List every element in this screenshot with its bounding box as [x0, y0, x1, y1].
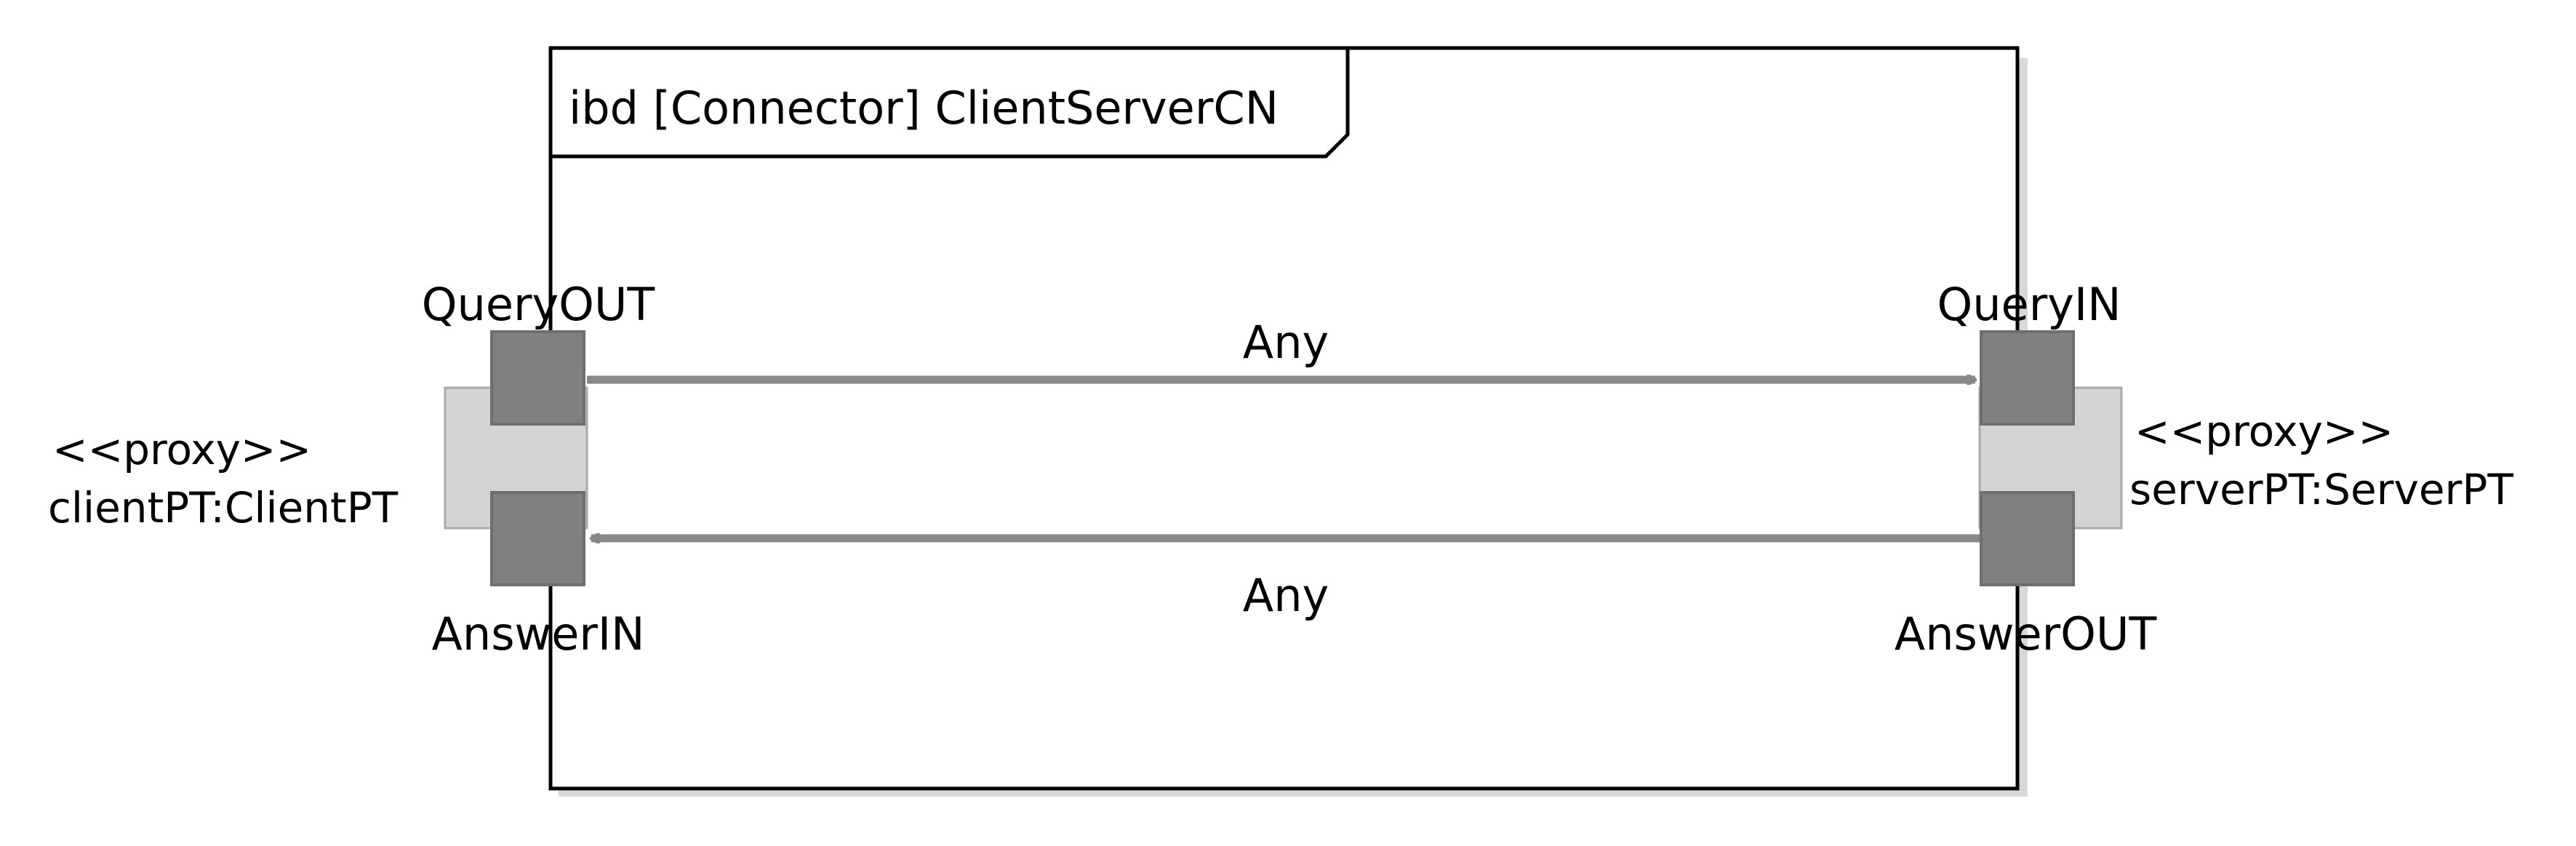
frame-header-label: ibd [Connector] ClientServerCN — [569, 81, 1279, 135]
query-out-port[interactable] — [490, 330, 585, 426]
answer-out-label: AnswerOUT — [1895, 607, 2158, 661]
client-proxy-stereotype: <<proxy>> — [52, 425, 311, 474]
server-proxy-stereotype: <<proxy>> — [2135, 407, 2393, 456]
query-connector-label: Any — [1243, 316, 1329, 369]
answer-in-port[interactable] — [490, 491, 585, 586]
server-proxy-name: serverPT:ServerPT — [2129, 465, 2513, 514]
answer-connector-label: Any — [1243, 569, 1329, 622]
query-out-label: QueryOUT — [422, 278, 656, 331]
query-in-label: QueryIN — [1937, 278, 2121, 331]
diagram-frame — [548, 46, 2020, 791]
answer-in-label: AnswerIN — [431, 607, 644, 661]
client-proxy-name: clientPT:ClientPT — [48, 483, 399, 532]
answer-out-port[interactable] — [1980, 491, 2075, 586]
query-in-port[interactable] — [1980, 330, 2075, 426]
ibd-diagram: ibd [Connector] ClientServerCN QueryOUT … — [48, 46, 2513, 797]
